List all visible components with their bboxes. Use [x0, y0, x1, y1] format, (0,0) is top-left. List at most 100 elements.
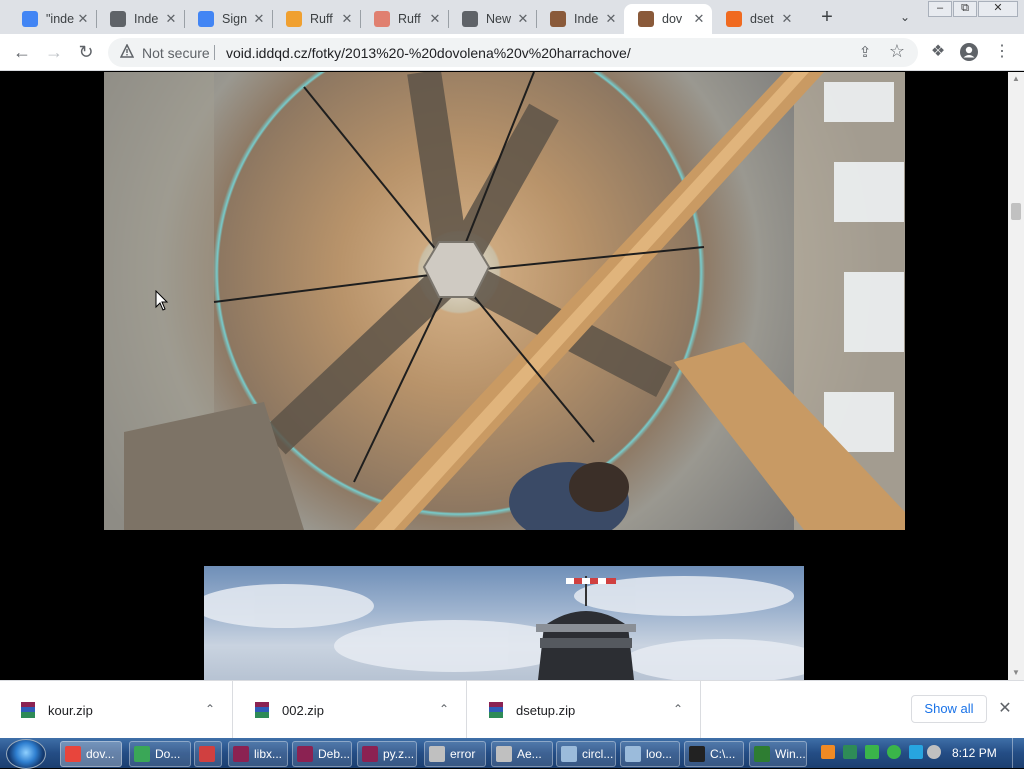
- profile-avatar-icon[interactable]: [959, 42, 979, 62]
- browser-tab[interactable]: dset ✕: [712, 4, 800, 34]
- tab-separator: [96, 10, 97, 28]
- close-tab-icon[interactable]: ✕: [428, 11, 442, 27]
- tower-exterior-photo[interactable]: [204, 566, 804, 680]
- close-tab-icon[interactable]: ✕: [340, 11, 354, 27]
- app-icon: [496, 746, 512, 762]
- warning-icon[interactable]: [120, 44, 134, 58]
- tab-title[interactable]: New: [486, 12, 516, 26]
- taskbar-button-label: error: [450, 747, 476, 761]
- taskbar-button[interactable]: Do...: [129, 741, 191, 767]
- browser-tab[interactable]: Sign ✕: [184, 4, 272, 34]
- close-tab-icon[interactable]: ✕: [604, 11, 618, 27]
- menu-kebab-icon[interactable]: ⋮: [992, 42, 1012, 62]
- taskbar-button[interactable]: dov...: [60, 741, 122, 767]
- tray-network-icon[interactable]: [865, 745, 879, 759]
- download-item[interactable]: dsetup.zip ⌃: [468, 681, 701, 739]
- download-filename[interactable]: dsetup.zip: [516, 703, 575, 718]
- tab-title[interactable]: Inde: [574, 12, 604, 26]
- back-arrow-icon[interactable]: ←: [10, 41, 34, 65]
- taskbar-button[interactable]: libx...: [228, 741, 288, 767]
- extensions-puzzle-icon[interactable]: ❖: [928, 42, 948, 62]
- close-tab-icon[interactable]: ✕: [516, 11, 530, 27]
- close-tab-icon[interactable]: ✕: [164, 11, 178, 27]
- app-icon: [199, 746, 215, 762]
- browser-toolbar: ← → ↻ Not secure void.iddqd.cz/fotky/201…: [0, 34, 1024, 71]
- taskbar-button[interactable]: C:\...: [684, 741, 744, 767]
- chrome-icon: [462, 11, 478, 27]
- tab-title[interactable]: Inde: [134, 12, 164, 26]
- close-tab-icon[interactable]: ✕: [252, 11, 266, 27]
- close-tab-icon[interactable]: ✕: [76, 11, 90, 27]
- tab-separator: [536, 10, 537, 28]
- bookmark-star-icon[interactable]: ☆: [888, 41, 906, 61]
- tray-volume-icon[interactable]: [927, 745, 941, 759]
- chevron-up-icon[interactable]: ⌃: [200, 699, 220, 719]
- tab-title[interactable]: Ruff: [310, 12, 340, 26]
- app-icon: [429, 746, 445, 762]
- close-icon[interactable]: ✕: [995, 699, 1015, 719]
- maximize-button[interactable]: ⧉: [953, 1, 977, 17]
- download-filename[interactable]: 002.zip: [282, 703, 324, 718]
- taskbar-button[interactable]: py.z...: [357, 741, 417, 767]
- browser-tab[interactable]: dov ✕: [624, 4, 712, 34]
- app-icon: [233, 746, 249, 762]
- gear-icon: [726, 11, 742, 27]
- taskbar-button[interactable]: loo...: [620, 741, 680, 767]
- tray-monitor-icon[interactable]: [909, 745, 923, 759]
- taskbar-button[interactable]: [194, 741, 222, 767]
- system-tray: [813, 741, 943, 765]
- taskbar-button[interactable]: circl...: [556, 741, 616, 767]
- tab-title[interactable]: Sign: [222, 12, 252, 26]
- close-tab-icon[interactable]: ✕: [692, 11, 706, 27]
- tray-app-icon[interactable]: [843, 745, 857, 759]
- security-label[interactable]: Not secure: [142, 45, 210, 61]
- taskbar-button[interactable]: Deb...: [292, 741, 352, 767]
- tray-app-icon[interactable]: [821, 745, 835, 759]
- share-icon[interactable]: ⇪: [856, 43, 874, 61]
- download-item[interactable]: 002.zip ⌃: [234, 681, 467, 739]
- tab-title[interactable]: Ruff: [398, 12, 428, 26]
- download-item[interactable]: kour.zip ⌃: [0, 681, 233, 739]
- taskbar-button-label: C:\...: [710, 747, 736, 761]
- tab-title[interactable]: dset: [750, 12, 780, 26]
- reload-icon[interactable]: ↻: [74, 41, 98, 65]
- tray-checkmark-icon[interactable]: [887, 745, 901, 759]
- download-filename[interactable]: kour.zip: [48, 703, 93, 718]
- browser-tab[interactable]: "inde ✕: [8, 4, 96, 34]
- tab-title[interactable]: dov: [662, 12, 692, 26]
- scroll-down-arrow-icon[interactable]: ▼: [1008, 666, 1024, 680]
- browser-tab[interactable]: Inde ✕: [536, 4, 624, 34]
- minimize-button[interactable]: –: [928, 1, 952, 17]
- scroll-thumb[interactable]: [1011, 203, 1021, 220]
- taskbar-button[interactable]: Win...: [749, 741, 807, 767]
- app-icon: [754, 746, 770, 762]
- start-orb-button[interactable]: [6, 739, 46, 769]
- browser-tab[interactable]: Ruff ✕: [272, 4, 360, 34]
- chevron-up-icon[interactable]: ⌃: [434, 699, 454, 719]
- tab-title[interactable]: "inde: [46, 12, 76, 26]
- tower-interior-photo[interactable]: [104, 72, 905, 530]
- browser-tab[interactable]: Inde ✕: [96, 4, 184, 34]
- omnibox-divider: [214, 45, 215, 60]
- browser-tab[interactable]: New ✕: [448, 4, 536, 34]
- chevron-up-icon[interactable]: ⌃: [668, 699, 688, 719]
- app-icon: [362, 746, 378, 762]
- new-tab-button[interactable]: +: [815, 6, 839, 30]
- scroll-up-arrow-icon[interactable]: ▲: [1008, 72, 1024, 86]
- close-tab-icon[interactable]: ✕: [780, 11, 794, 27]
- browser-tab[interactable]: Ruff ✕: [360, 4, 448, 34]
- vertical-scrollbar[interactable]: ▲ ▼: [1008, 72, 1024, 680]
- taskbar-clock[interactable]: 8:12 PM: [952, 746, 997, 760]
- taskbar-button-label: Deb...: [318, 747, 351, 761]
- taskbar-button-label: py.z...: [383, 747, 415, 761]
- address-bar[interactable]: Not secure void.iddqd.cz/fotky/2013%20-%…: [108, 38, 918, 67]
- close-window-button[interactable]: ✕: [978, 1, 1018, 17]
- url-text[interactable]: void.iddqd.cz/fotky/2013%20-%20dovolena%…: [226, 45, 631, 61]
- taskbar-button[interactable]: error: [424, 741, 486, 767]
- app-icon: [297, 746, 313, 762]
- tab-search-icon[interactable]: ⌄: [895, 7, 915, 27]
- show-all-downloads-button[interactable]: Show all: [911, 695, 987, 723]
- taskbar-button[interactable]: Ae...: [491, 741, 553, 767]
- forward-arrow-icon[interactable]: →: [42, 41, 66, 65]
- show-desktop-button[interactable]: [1012, 738, 1024, 768]
